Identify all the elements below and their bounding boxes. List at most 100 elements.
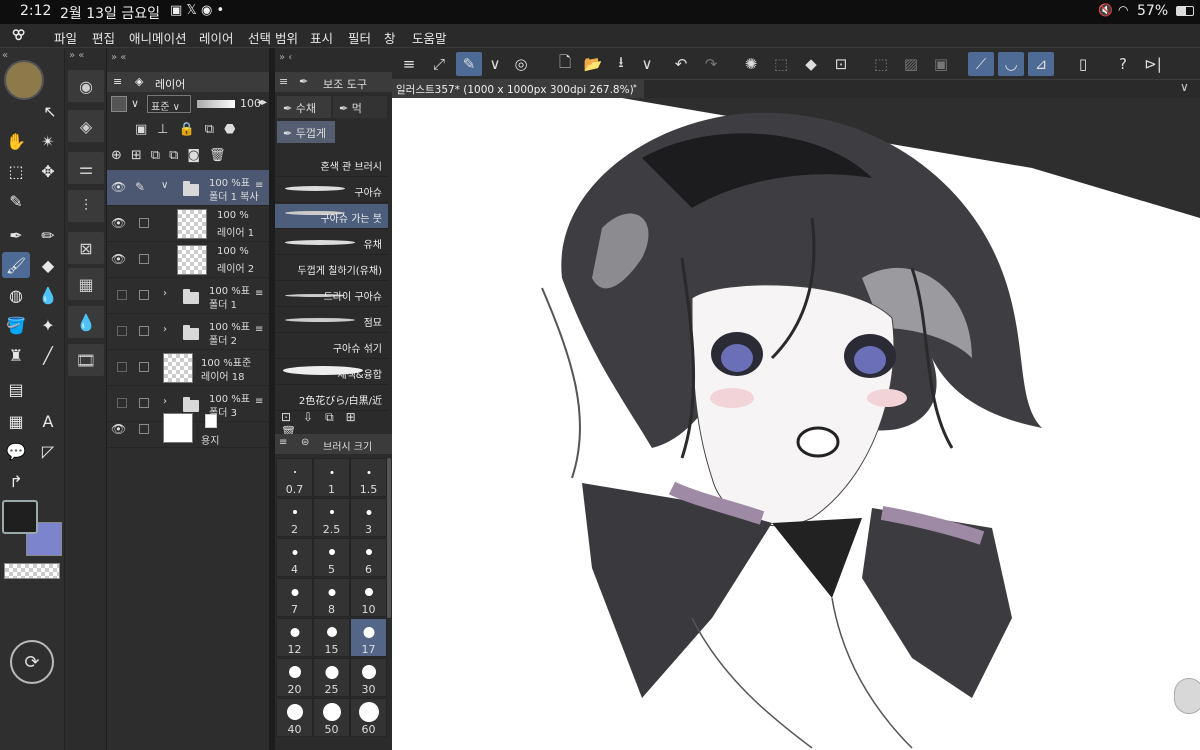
eye-icon[interactable]: 👁: [111, 252, 126, 266]
ruler-snap-icon[interactable]: ⟋: [968, 52, 994, 76]
menu-view[interactable]: 표시: [310, 28, 333, 47]
panel-material-icon[interactable]: ⊠: [68, 232, 104, 264]
menu-filter[interactable]: 필터: [348, 28, 371, 47]
tab-menu-chevron-icon[interactable]: ∨: [1180, 80, 1189, 94]
brush-size-cell[interactable]: 30: [350, 658, 387, 697]
document-tab[interactable]: 일러스트357* (1000 x 1000px 300dpi 267.8%) •: [392, 80, 644, 98]
eyedropper-icon[interactable]: ✎: [2, 188, 30, 214]
edit-icon[interactable]: ✎: [456, 52, 482, 76]
brush-item[interactable]: 구아슈: [275, 178, 388, 203]
text-tool-icon[interactable]: A: [34, 408, 62, 434]
checkbox[interactable]: [139, 218, 149, 228]
collapse-left-icon[interactable]: » «: [69, 50, 84, 61]
brush-size-cell[interactable]: 17: [350, 618, 387, 657]
undo-icon[interactable]: ↶: [668, 52, 694, 76]
grid-snap-icon[interactable]: ⊿: [1028, 52, 1054, 76]
menu-icon[interactable]: ≡: [396, 52, 422, 76]
brush-size-cell[interactable]: 8: [313, 578, 350, 617]
marquee-tool-icon[interactable]: ⬚: [2, 158, 30, 184]
clear-icon[interactable]: ⬚: [768, 52, 794, 76]
drag-handle-icon[interactable]: ≡: [255, 396, 263, 407]
brush-size-cell[interactable]: 1: [313, 458, 350, 497]
hand-tool-icon[interactable]: ✋: [2, 128, 30, 154]
dropdown-icon[interactable]: ∨: [131, 97, 139, 110]
opacity-stepper[interactable]: ◂▸: [257, 97, 267, 108]
fill-tool-icon[interactable]: 🪣: [2, 312, 30, 338]
brush-item[interactable]: 구아슈 가는 붓: [275, 204, 388, 229]
brush-size-cell[interactable]: 15: [313, 618, 350, 657]
brush-item[interactable]: 2色花びら/白黒/近: [275, 386, 388, 411]
collapse-icon[interactable]: » ‹: [279, 52, 292, 63]
checkbox[interactable]: [139, 424, 149, 434]
menu-animation[interactable]: 애니메이션: [129, 28, 187, 47]
side-handle[interactable]: [1174, 678, 1200, 714]
arrow-tool-icon[interactable]: ↖: [36, 98, 64, 124]
loading-icon[interactable]: ✺: [738, 52, 764, 76]
brush-item[interactable]: 유채: [275, 230, 388, 255]
redo-icon[interactable]: ↷: [698, 52, 724, 76]
brush-size-cell[interactable]: 1.5: [350, 458, 387, 497]
brush-item[interactable]: 점묘: [275, 308, 388, 333]
eye-icon[interactable]: 👁: [111, 216, 126, 230]
brush-size-cell[interactable]: 10: [350, 578, 387, 617]
main-color-swatch[interactable]: [2, 500, 38, 534]
layer-row[interactable]: 👁 100 % 레이어 1: [107, 206, 269, 242]
panel-sliders-icon[interactable]: ⚌: [68, 152, 104, 184]
tab-ink[interactable]: ✒ 먹: [333, 96, 387, 118]
transform-icon[interactable]: ⊡: [828, 52, 854, 76]
color-mode-box[interactable]: [111, 96, 127, 112]
brush-size-cell[interactable]: 40: [276, 698, 313, 737]
frame-tool-icon[interactable]: ▤: [2, 376, 30, 402]
drag-handle-icon[interactable]: ≡: [255, 288, 263, 299]
panel-menu-icon[interactable]: ≡: [279, 437, 287, 448]
drawing-canvas[interactable]: [392, 98, 1200, 750]
menu-window[interactable]: 창: [384, 28, 396, 47]
menu-layer[interactable]: 레이어: [199, 28, 234, 47]
brush-tool-icon[interactable]: 🖌: [2, 252, 30, 278]
scrollbar[interactable]: [387, 458, 391, 618]
companion-icon[interactable]: ◎: [508, 52, 534, 76]
checkbox[interactable]: [139, 326, 149, 336]
chevron-down-icon[interactable]: ∨: [634, 52, 660, 76]
visibility-box[interactable]: [117, 362, 127, 372]
blend-tool-icon[interactable]: ◍: [2, 282, 30, 308]
drag-handle-icon[interactable]: ≡: [255, 180, 263, 191]
panel-drops-icon[interactable]: 💧: [68, 306, 104, 338]
expand-icon[interactable]: ∨: [161, 180, 168, 191]
brush-size-cell[interactable]: 0.7: [276, 458, 313, 497]
brush-size-cell[interactable]: 60: [350, 698, 387, 737]
brush-size-cell[interactable]: 5: [313, 538, 350, 577]
lock-icons[interactable]: ▣⊥🔒⧉⬣: [135, 122, 245, 137]
expand-icon[interactable]: ›: [163, 396, 167, 407]
eraser-icon[interactable]: ◆: [34, 252, 62, 278]
menu-selection[interactable]: 선택 범위: [248, 28, 298, 47]
correct-line-icon[interactable]: ↱: [2, 468, 30, 494]
chevron-down-icon[interactable]: ∨: [482, 52, 508, 76]
stamp-tool-icon[interactable]: ♜: [2, 342, 30, 368]
checkbox[interactable]: [139, 398, 149, 408]
tab-thick[interactable]: ✒ 두껍게: [277, 121, 335, 143]
layer-row[interactable]: 100 %표준 레이어 18: [107, 350, 269, 386]
open-folder-icon[interactable]: 📂: [580, 52, 606, 76]
fit-canvas-icon[interactable]: ⤢: [426, 52, 452, 76]
panel-film-icon[interactable]: 🎞: [68, 344, 104, 376]
app-logo-icon[interactable]: ꕢ: [12, 28, 30, 44]
invert-selection-icon[interactable]: ▨: [898, 52, 924, 76]
brush-size-cell[interactable]: 3: [350, 498, 387, 537]
ruler-tool-icon[interactable]: ◸: [34, 438, 62, 464]
opacity-slider[interactable]: [197, 100, 235, 108]
panel-layer-stack-icon[interactable]: ◈: [68, 110, 104, 142]
menu-edit[interactable]: 편집: [92, 28, 115, 47]
save-icon[interactable]: ⭳: [608, 52, 634, 76]
layer-row[interactable]: › 100 %표 폴더 1 ≡: [107, 278, 269, 314]
layer-row[interactable]: 👁 100 % 레이어 2: [107, 242, 269, 278]
checkbox[interactable]: [139, 362, 149, 372]
brush-size-cell[interactable]: 20: [276, 658, 313, 697]
tab-dot-icon[interactable]: •: [632, 81, 638, 93]
collapse-icon[interactable]: «: [2, 50, 8, 61]
pen-tool-icon[interactable]: ✒: [2, 222, 30, 248]
brush-size-cell[interactable]: 12: [276, 618, 313, 657]
panel-menu-icon[interactable]: ≡: [113, 75, 122, 88]
tab-watercolor[interactable]: ✒ 수채: [277, 96, 331, 118]
zoom-tool-icon[interactable]: [4, 60, 44, 100]
